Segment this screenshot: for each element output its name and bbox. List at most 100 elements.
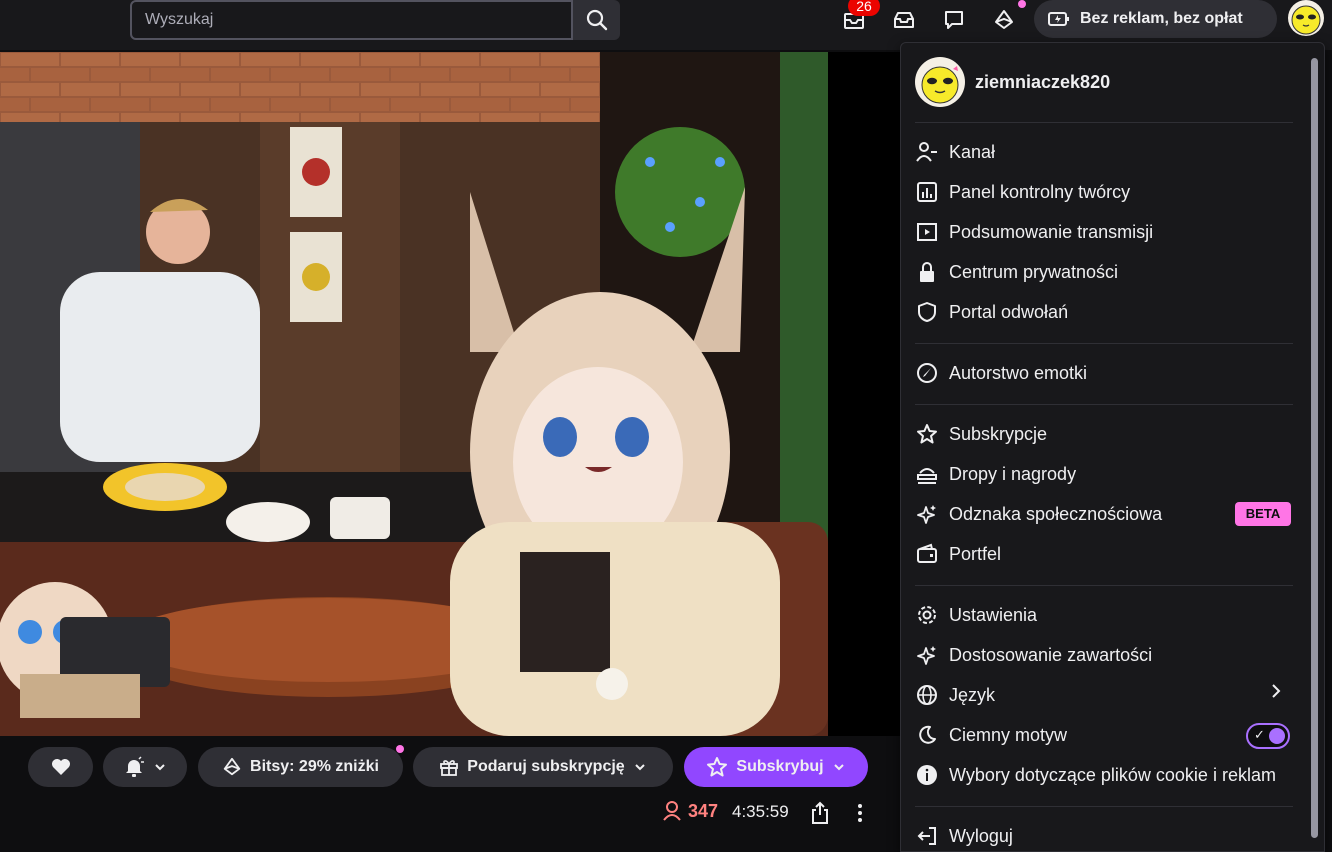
check-icon: ✓ [1254,727,1265,742]
gear-icon [918,606,936,624]
chevron-right-icon [1272,684,1281,698]
emote-brush-icon [917,363,937,383]
search-button[interactable] [573,0,620,40]
menu-item-label: Dropy i nagrody [949,463,1077,484]
menu-divider [915,806,1293,807]
menu-item-subscriptions[interactable]: Subskrypcje [915,415,1295,453]
menu-item-label: Portfel [949,543,1002,564]
menu-divider [915,404,1293,405]
chat-bubble-icon [945,11,963,29]
lock-icon [920,262,934,282]
menu-item-label: Ciemny motyw [949,724,1068,745]
menu-divider [915,122,1293,123]
whispers-button[interactable] [939,6,969,34]
sparkle-icon [917,646,936,665]
user-menu-dropdown: ziemniaczek820 Kanał Panel kontrolny twó… [900,42,1325,852]
beta-badge: BETA [1235,502,1291,526]
chevron-down-icon [833,764,844,771]
menu-item-label: Wybory dotyczące plików cookie i reklam [949,764,1276,785]
menu-item-logout[interactable]: Wyloguj [915,817,1295,851]
menu-item-label: Podsumowanie transmisji [949,221,1154,242]
menu-item-stream-summary[interactable]: Podsumowanie transmisji [915,213,1295,251]
video-player[interactable] [0,52,828,736]
menu-item-language[interactable]: Język [915,676,1295,714]
gift-subscription-label: Podaruj subskrypcję [467,758,625,775]
moon-icon [919,725,936,744]
inbox-button[interactable] [889,6,919,34]
menu-divider [915,343,1293,344]
heart-icon [51,759,70,775]
menu-divider [915,585,1293,586]
share-button[interactable] [810,801,830,830]
person-channel-icon [916,142,937,162]
avatar [915,57,965,107]
menu-scrollbar[interactable] [1311,58,1318,838]
notifications-count-badge: 26 [848,0,880,16]
dark-theme-toggle[interactable]: ✓ [1246,723,1290,749]
menu-item-label: Kanał [949,141,996,162]
bits-offer-dot [396,745,404,753]
menu-user-header[interactable]: ziemniaczek820 [915,57,1110,107]
star-icon [917,424,937,444]
viewer-count-value: 347 [688,800,719,821]
menu-item-settings[interactable]: Ustawienia [915,596,1295,634]
menu-item-appeals-portal[interactable]: Portal odwołań [915,293,1295,331]
search-input[interactable] [130,0,573,40]
menu-item-creator-dashboard[interactable]: Panel kontrolny twórcy [915,173,1295,211]
user-avatar-button[interactable] [1288,0,1324,36]
menu-item-label: Subskrypcje [949,423,1048,444]
search-icon [586,9,607,31]
menu-item-label: Centrum prywatności [949,261,1119,282]
more-options-button[interactable] [852,802,868,829]
info-icon [917,765,937,785]
avatar [1291,5,1321,35]
subscribe-button[interactable]: Subskrybuj [684,747,868,787]
notification-bell-button[interactable] [103,747,187,787]
star-icon [707,757,728,777]
share-icon [812,801,828,824]
globe-icon [917,685,937,705]
inbox-icon [894,12,914,28]
video-summary-icon [917,223,937,241]
bell-icon [126,756,144,777]
menu-item-wallet[interactable]: Portfel [915,535,1295,573]
menu-item-content-customization[interactable]: Dostosowanie zawartości [915,636,1295,674]
bits-discount-label: Bitsy: 29% zniżki [250,758,379,775]
shield-icon [918,302,936,322]
menu-item-label: Panel kontrolny twórcy [949,181,1131,202]
dashboard-icon [917,182,937,202]
menu-item-drops[interactable]: Dropy i nagrody [915,455,1295,493]
person-icon [663,801,681,821]
video-side-margin [828,52,900,736]
chevron-down-icon [155,764,165,771]
search-bar [130,0,620,40]
toggle-knob [1269,728,1285,744]
bits-diamond-icon [995,10,1013,29]
menu-item-label: Portal odwołań [949,301,1069,322]
bits-diamond-icon [223,757,241,776]
gift-subscription-button[interactable]: Podaruj subskrypcję [413,747,673,787]
menu-item-channel[interactable]: Kanał [915,133,1295,171]
viewer-count: 347 [662,800,718,822]
menu-item-label: Ustawienia [949,604,1038,625]
subscribe-label: Subskrybuj [736,758,824,775]
vertical-dots-icon [858,804,862,822]
gift-icon [440,760,459,776]
bits-discount-button[interactable]: Bitsy: 29% zniżki [198,747,403,787]
bits-button[interactable] [989,6,1019,34]
menu-item-dark-theme[interactable]: Ciemny motyw [915,716,1295,754]
menu-item-cookie-choices[interactable]: Wybory dotyczące plików cookie i reklam [915,756,1295,794]
menu-item-label: Odznaka społecznościowa [949,503,1163,524]
follow-button[interactable] [28,747,93,787]
logout-icon [917,827,936,845]
menu-item-privacy-center[interactable]: Centrum prywatności [915,253,1295,291]
avatar-image [921,66,959,104]
menu-item-label: Dostosowanie zawartości [949,644,1153,665]
stream-video-frame [0,52,828,736]
menu-item-emote-authorship[interactable]: Autorstwo emotki [915,354,1295,392]
turbo-no-ads-button[interactable]: Bez reklam, bez opłat [1034,0,1277,38]
wallet-icon [917,543,937,563]
sparkle-icon [917,505,936,524]
language-submenu-arrow [1269,683,1283,704]
turbo-label: Bez reklam, bez opłat [1080,10,1243,27]
